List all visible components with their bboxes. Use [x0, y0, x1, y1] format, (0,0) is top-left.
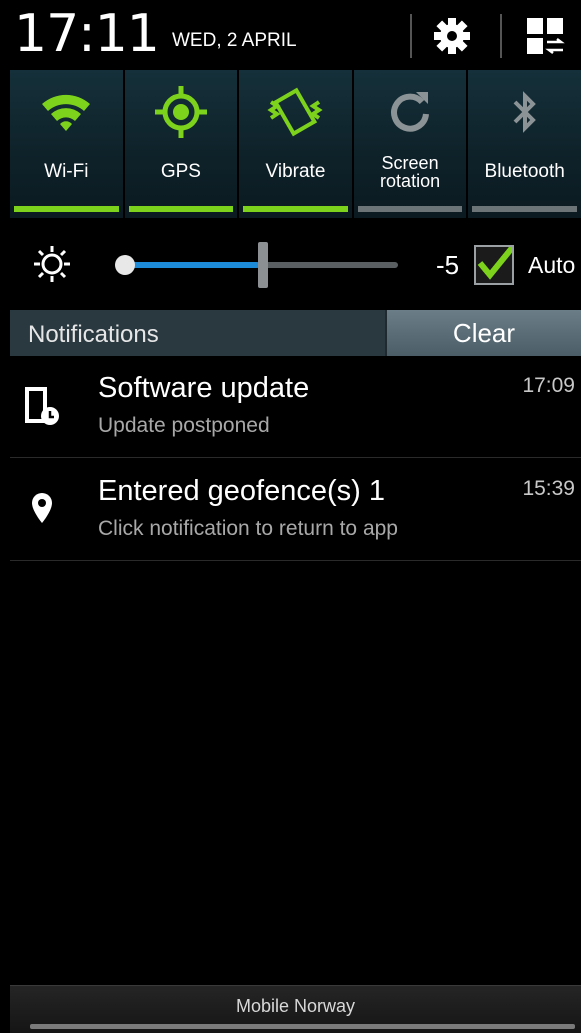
toggle-label: Bluetooth — [484, 161, 565, 182]
toggle-screen-rotation[interactable]: Screen rotation — [353, 70, 467, 218]
brightness-row: -5 Auto — [0, 218, 581, 310]
status-header: 17:11 WED, 2 APRIL — [0, 0, 581, 70]
toggle-status-bar — [472, 206, 577, 212]
notification-subtitle: Update postponed — [98, 414, 270, 437]
notifications-header: Notifications Clear — [10, 310, 581, 356]
toggle-bluetooth[interactable]: Bluetooth — [468, 70, 581, 218]
toggle-status-bar — [243, 206, 348, 212]
toggle-label: GPS — [160, 161, 201, 182]
notification-title: Software update — [98, 372, 310, 404]
brightness-slider-thumb[interactable] — [258, 242, 268, 288]
toggle-status-bar — [14, 206, 119, 212]
gear-icon[interactable] — [432, 16, 472, 56]
quick-settings-toggles: Wi-Fi GPS Vibrate Screen rotation Blueto… — [10, 70, 581, 218]
notifications-title: Notifications — [28, 321, 159, 348]
brightness-slider-fill — [120, 262, 259, 268]
toggle-label: Screen rotation — [354, 154, 467, 190]
brightness-sun-icon — [34, 246, 70, 282]
panel-left-edge — [0, 70, 10, 1033]
drag-handle[interactable] — [30, 1024, 575, 1029]
carrier-footer: Mobile Norway — [10, 985, 581, 1033]
notification-time: 15:39 — [522, 477, 575, 500]
header-divider — [410, 14, 412, 58]
carrier-name: Mobile Norway — [235, 996, 356, 1016]
notification-item[interactable]: Entered geofence(s) 1 Click notification… — [10, 459, 581, 561]
clock-date: WED, 2 APRIL — [172, 30, 297, 51]
device-clock-icon — [25, 387, 59, 425]
notification-title: Entered geofence(s) 1 — [98, 475, 385, 507]
clock-time: 17:11 — [14, 4, 160, 64]
toggle-vibrate[interactable]: Vibrate — [239, 70, 352, 218]
gps-icon — [154, 86, 207, 138]
wifi-icon — [42, 94, 91, 131]
vibrate-icon — [267, 87, 324, 137]
brightness-value: -5 — [436, 250, 460, 280]
toggle-status-bar — [128, 206, 234, 212]
rotate-icon — [391, 92, 430, 132]
auto-brightness-label: Auto — [528, 252, 576, 278]
location-pin-icon — [32, 493, 52, 523]
toggle-label-line: rotation — [380, 171, 441, 191]
toggle-label: Wi-Fi — [44, 161, 89, 182]
quick-panel-grid-icon[interactable] — [525, 16, 565, 56]
notification-time: 17:09 — [522, 374, 575, 397]
toggle-label: Vibrate — [265, 161, 326, 182]
toggle-label-line: Screen — [381, 153, 439, 173]
bluetooth-icon — [513, 91, 536, 133]
checkmark-icon — [477, 241, 519, 280]
auto-brightness-checkbox[interactable] — [474, 241, 519, 285]
brightness-slider-start-dot — [115, 255, 135, 275]
header-divider — [500, 14, 502, 58]
toggle-gps[interactable]: GPS — [124, 70, 238, 218]
notification-item[interactable]: Software update Update postponed 17:09 — [10, 356, 581, 458]
notification-subtitle: Click notification to return to app — [98, 517, 398, 540]
toggle-status-bar — [357, 206, 463, 212]
toggle-wifi[interactable]: Wi-Fi — [10, 70, 123, 218]
clear-button[interactable]: Clear — [385, 310, 581, 356]
